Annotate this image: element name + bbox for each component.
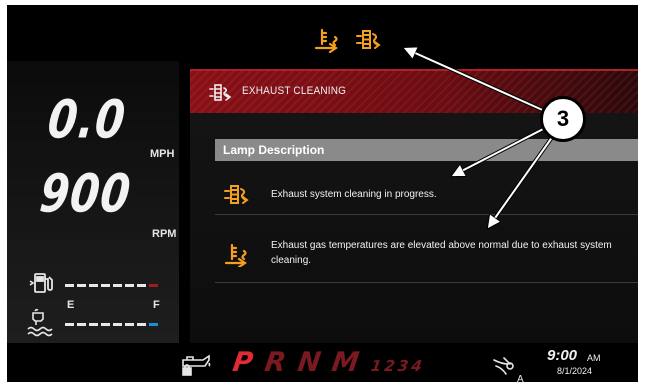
warning-lamp-strip <box>313 25 385 55</box>
fuel-gauge-segment <box>101 284 110 287</box>
instrument-display: 0.0 MPH 900 RPM E F EXHAUST CLEANING Lam… <box>7 5 638 382</box>
gear-manual: M <box>330 347 362 378</box>
gear-park: P <box>230 347 255 378</box>
lamp-description-row: Exhaust system cleaning in progress. <box>215 175 638 215</box>
def-gauge-segment <box>89 323 98 326</box>
exhaust-cleaning-icon <box>224 185 249 204</box>
rpm-readout: 900 <box>37 162 135 224</box>
steering-mode-icon: A <box>493 357 524 382</box>
rpm-unit-label: RPM <box>152 228 177 240</box>
def-gauge-segment <box>149 323 158 326</box>
def-gauge-segment <box>125 323 134 326</box>
exhaust-cleaning-lamp-icon <box>356 30 381 49</box>
speed-unit-label: MPH <box>150 148 175 160</box>
fuel-gauge-segment <box>77 284 86 287</box>
callout-number: 3 <box>556 106 570 131</box>
fuel-gauge-segment <box>125 284 134 287</box>
steering-mode-label: A <box>517 374 524 382</box>
lamp-description-row: Exhaust gas temperatures are elevated ab… <box>215 231 638 283</box>
fuel-gauge-segment <box>65 284 74 287</box>
gear-numbers: 1234 <box>369 357 427 375</box>
warning-title: EXHAUST CLEANING <box>242 85 347 98</box>
fuel-gauge-segment <box>113 284 122 287</box>
def-gauge-segment <box>137 323 146 326</box>
gauge-empty-label: E <box>67 299 75 311</box>
def-gauge-segment <box>113 323 122 326</box>
clock-time: 9:00 <box>547 347 578 364</box>
exhaust-temperature-icon <box>224 243 247 267</box>
def-level-gauge <box>65 323 158 326</box>
gear-reverse: R <box>262 347 288 378</box>
lamp-description-heading: Lamp Description <box>215 139 638 161</box>
lamp-description-text: Exhaust gas temperatures are elevated ab… <box>271 240 612 266</box>
def-fluid-icon <box>27 308 53 337</box>
gauge-full-label: F <box>153 299 160 311</box>
lamp-description-text: Exhaust system cleaning in progress. <box>271 189 437 200</box>
gear-neutral: N <box>295 347 323 378</box>
def-gauge-segment <box>65 323 74 326</box>
clock-date: 8/1/2024 <box>557 366 593 376</box>
exhaust-temperature-lamp-icon <box>314 28 338 53</box>
fuel-gauge-segment <box>137 284 146 287</box>
hydraulic-oil-lock-icon <box>182 354 211 376</box>
fuel-gauge-segment <box>149 284 158 287</box>
fuel-pump-icon <box>29 273 53 293</box>
speed-readout: 0.0 <box>45 88 129 150</box>
gear-selector: P R N M 1234 <box>230 347 427 378</box>
def-gauge-segment <box>77 323 86 326</box>
exhaust-cleaning-icon <box>209 84 232 101</box>
clock-ampm: AM <box>587 353 601 363</box>
fuel-level-gauge <box>65 284 158 287</box>
fuel-gauge-segment <box>89 284 98 287</box>
callout-badge: 3 <box>540 96 586 142</box>
def-gauge-segment <box>101 323 110 326</box>
